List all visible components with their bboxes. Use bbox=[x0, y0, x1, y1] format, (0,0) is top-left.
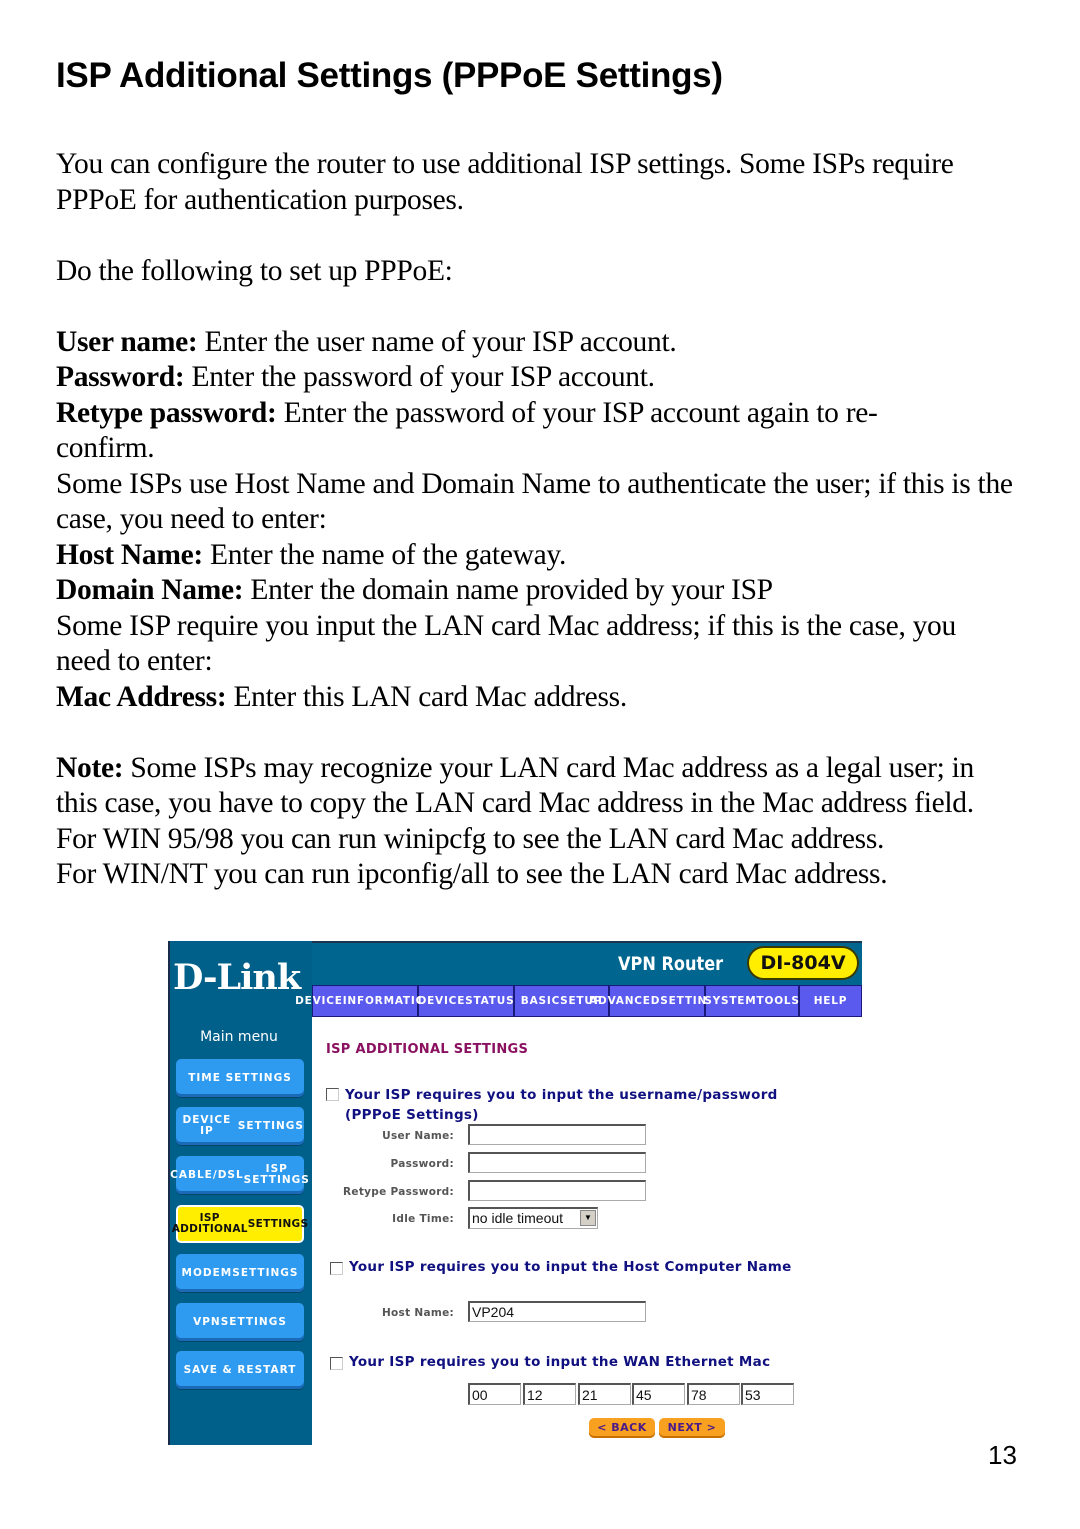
menu-device-ip-settings[interactable]: DEVICE IP SETTINGS bbox=[176, 1107, 304, 1145]
host-name-input[interactable] bbox=[468, 1301, 646, 1322]
document-body: You can configure the router to use addi… bbox=[56, 147, 1036, 893]
term: Domain Name: bbox=[56, 574, 244, 606]
product-name: VPN Router bbox=[618, 953, 724, 975]
user-name-label: User Name: bbox=[382, 1130, 454, 1142]
win9x-tip: For WIN 95/98 you can run winipcfg to se… bbox=[56, 822, 885, 855]
steps-heading: Do the following to set up PPPoE: bbox=[56, 254, 453, 287]
password-input[interactable] bbox=[468, 1152, 646, 1173]
pppoe-checkbox[interactable] bbox=[326, 1088, 339, 1101]
host-checkbox-row: Your ISP requires you to input the Host … bbox=[330, 1259, 792, 1275]
dlink-logo: D-Link bbox=[173, 957, 301, 998]
term: Host Name: bbox=[56, 538, 203, 571]
definition-password: Password: Enter the password of your ISP… bbox=[56, 361, 655, 393]
menu-modem-settings[interactable]: MODEM SETTINGS bbox=[176, 1254, 304, 1292]
menu-isp-additional-settings[interactable]: ISP ADDITIONAL SETTINGS bbox=[172, 1205, 308, 1243]
menu-save-restart[interactable]: SAVE & RESTART bbox=[176, 1351, 304, 1389]
term: Password: bbox=[56, 361, 185, 393]
intro-paragraph: You can configure the router to use addi… bbox=[56, 148, 954, 216]
tab-advanced-settings[interactable]: ADVANCED SETTINGS bbox=[589, 986, 724, 1016]
page-number: 13 bbox=[988, 1440, 1017, 1470]
mac-octet-4[interactable] bbox=[632, 1383, 685, 1405]
back-button[interactable]: < BACK bbox=[589, 1418, 655, 1438]
router-screenshot: D-Link VPN Router DI-804V DEVICE INFORMAT… bbox=[168, 941, 862, 1445]
mac-octet-6[interactable] bbox=[741, 1383, 794, 1405]
definition-mac-address: Mac Address: Enter this LAN card Mac add… bbox=[56, 680, 627, 713]
retype-password-input[interactable] bbox=[468, 1180, 646, 1201]
idle-time-select[interactable]: no idle timeout ▼ bbox=[468, 1207, 598, 1229]
retype-password-label: Retype Password: bbox=[343, 1186, 454, 1198]
mac-checkbox[interactable] bbox=[330, 1357, 343, 1370]
mac-octet-2[interactable] bbox=[523, 1383, 576, 1405]
menu-cable-dsl-isp-settings[interactable]: CABLE/DSL ISP SETTINGS bbox=[170, 1156, 309, 1194]
tab-device-information[interactable]: DEVICE INFORMATION bbox=[295, 986, 434, 1016]
definition-user-name: User name: Enter the user name of your I… bbox=[56, 325, 677, 358]
tab-system-tools[interactable]: SYSTEM TOOLS bbox=[704, 986, 800, 1016]
pppoe-checkbox-label: Your ISP requires you to input the usern… bbox=[345, 1087, 778, 1123]
next-button[interactable]: NEXT > bbox=[659, 1418, 725, 1438]
page-title: ISP Additional Settings (PPPoE Settings) bbox=[56, 56, 723, 95]
model-badge: DI-804V bbox=[747, 946, 859, 980]
user-name-input[interactable] bbox=[468, 1124, 646, 1145]
mac-intro: Some ISP require you input the LAN card … bbox=[56, 609, 956, 678]
settings-content: ISP ADDITIONAL SETTINGS Your ISP require… bbox=[312, 1017, 862, 1445]
term: Mac Address: bbox=[56, 680, 227, 713]
chevron-down-icon[interactable]: ▼ bbox=[580, 1210, 596, 1226]
pppoe-checkbox-row: Your ISP requires you to input the usern… bbox=[326, 1085, 826, 1125]
idle-time-value: no idle timeout bbox=[472, 1210, 564, 1226]
mac-octet-1[interactable] bbox=[468, 1383, 521, 1405]
tab-help[interactable]: HELP bbox=[800, 986, 861, 1016]
menu-vpn-settings[interactable]: VPN SETTINGS bbox=[176, 1303, 304, 1341]
mac-octet-5[interactable] bbox=[687, 1383, 740, 1405]
term: Retype password: bbox=[56, 396, 277, 429]
mac-checkbox-row: Your ISP requires you to input the WAN E… bbox=[330, 1354, 770, 1370]
mac-checkbox-label: Your ISP requires you to input the WAN E… bbox=[349, 1354, 771, 1370]
host-checkbox[interactable] bbox=[330, 1262, 343, 1275]
note-paragraph: Note: Some ISPs may recognize your LAN c… bbox=[56, 751, 974, 820]
host-domain-intro: Some ISPs use Host Name and Domain Name … bbox=[56, 467, 1013, 536]
host-checkbox-label: Your ISP requires you to input the Host … bbox=[349, 1259, 792, 1275]
term: User name: bbox=[56, 325, 198, 358]
section-title: ISP ADDITIONAL SETTINGS bbox=[326, 1042, 529, 1057]
tab-device-status[interactable]: DEVICE STATUS bbox=[418, 986, 515, 1016]
top-nav-tabs: DEVICE INFORMATION DEVICE STATUS BASIC SETU… bbox=[295, 985, 862, 1017]
main-menu-label: Main menu bbox=[200, 1029, 278, 1045]
host-name-label: Host Name: bbox=[381, 1307, 454, 1319]
definition-retype-password: Retype password: Enter the password of y… bbox=[56, 396, 878, 465]
mac-octet-3[interactable] bbox=[578, 1383, 631, 1405]
term: Note: bbox=[56, 751, 124, 784]
definition-host-name: Host Name: Enter the name of the gateway… bbox=[56, 538, 567, 571]
winnt-tip: For WIN/NT you can run ipconfig/all to s… bbox=[56, 858, 888, 890]
idle-time-label: Idle Time: bbox=[392, 1213, 454, 1225]
password-label: Password: bbox=[390, 1158, 454, 1170]
menu-time-settings[interactable]: TIME SETTINGS bbox=[176, 1059, 304, 1097]
definition-domain-name: Domain Name: Enter the domain name provi… bbox=[56, 574, 773, 606]
